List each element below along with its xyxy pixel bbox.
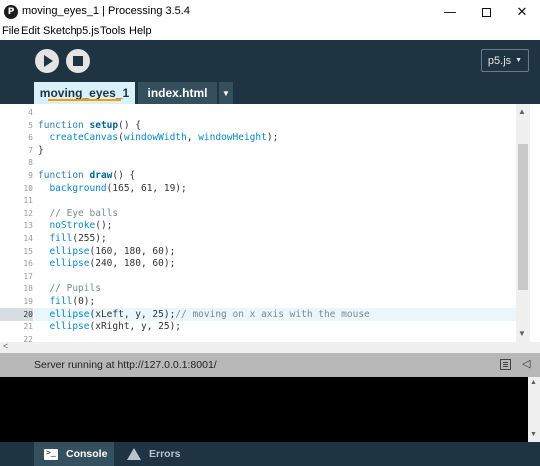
code-line[interactable] <box>34 194 516 207</box>
line-number: 17 <box>23 271 33 281</box>
line-number: 5 <box>28 120 33 130</box>
line-number: 19 <box>23 297 33 306</box>
code-editor[interactable]: 4 5 6 7 8 9 10 11 12 13 14 15 16 17 18 19 20 21 22 functio… <box>0 104 540 342</box>
line-number: 13 <box>23 221 33 231</box>
footer-bar: Console Errors <box>0 442 540 466</box>
code-line[interactable] <box>34 156 516 169</box>
status-message: Server running at http://127.0.0.1:8001/ <box>34 359 217 371</box>
code-line[interactable]: // Pupils <box>34 282 516 295</box>
code-line[interactable]: function draw() { <box>34 169 516 182</box>
status-bar: Server running at http://127.0.0.1:8001/… <box>0 353 540 377</box>
line-number: 15 <box>23 246 33 256</box>
code-line[interactable]: ellipse(240, 180, 60); <box>34 257 516 270</box>
menu-file[interactable]: File <box>2 25 20 37</box>
tab-moving-eyes[interactable]: moving_eyes_1 <box>34 82 135 104</box>
code-line[interactable]: ellipse(160, 180, 60); <box>34 245 516 258</box>
code-line[interactable]: // Eye balls <box>34 207 516 220</box>
code-line[interactable]: fill(255); <box>34 232 516 245</box>
code-line[interactable] <box>34 270 516 283</box>
stop-button[interactable] <box>66 49 90 73</box>
menu-bar: File Edit Sketch p5.js Tools Help <box>0 24 540 40</box>
menu-p5js[interactable]: p5.js <box>76 25 99 37</box>
collapse-console-icon[interactable]: ◁ <box>522 357 530 370</box>
code-line[interactable]: noStroke(); <box>34 219 516 232</box>
line-number: 11 <box>23 196 33 206</box>
console-output[interactable] <box>0 377 528 442</box>
code-line[interactable]: fill(0); <box>34 295 516 308</box>
run-button[interactable] <box>35 49 59 73</box>
scroll-down-icon[interactable]: ▼ <box>518 329 526 338</box>
code-line[interactable] <box>34 106 516 119</box>
code-line[interactable]: ellipse(xRight, y, 25); <box>34 320 516 333</box>
toolbar: p5.js ▼ <box>0 40 540 82</box>
line-number: 4 <box>28 108 33 117</box>
line-number: 12 <box>23 208 33 218</box>
line-number: 21 <box>23 322 33 332</box>
line-number: 8 <box>28 158 33 168</box>
menu-help[interactable]: Help <box>129 25 152 37</box>
processing-logo-icon <box>4 5 18 19</box>
minimize-button[interactable]: — <box>432 0 468 24</box>
close-button[interactable]: ✕ <box>504 0 540 24</box>
line-number: 6 <box>28 133 33 143</box>
code-line[interactable]: createCanvas(windowWidth, windowHeight); <box>34 131 516 144</box>
line-number: 10 <box>23 183 33 193</box>
editor-tabs: moving_eyes_1 index.html ▼ <box>0 82 540 104</box>
line-number: 20 <box>0 307 33 321</box>
chevron-down-icon: ▼ <box>515 57 523 64</box>
menu-edit[interactable]: Edit <box>21 25 40 37</box>
code-line[interactable]: ellipse(xLeft, y, 25);// moving on x axi… <box>34 307 516 321</box>
line-number: 16 <box>23 259 33 269</box>
title-bar: moving_eyes_1 | Processing 3.5.4 — ✕ <box>0 0 540 24</box>
errors-tab[interactable]: Errors <box>124 442 194 466</box>
code-line[interactable] <box>34 333 516 342</box>
warning-icon <box>127 448 141 460</box>
line-number: 7 <box>28 145 33 155</box>
console-tab[interactable]: Console <box>34 442 114 466</box>
line-number: 9 <box>28 171 33 180</box>
editor-horizontal-scrollbar[interactable]: < <box>0 341 540 353</box>
code-line[interactable]: function setup() { <box>34 119 516 132</box>
code-line[interactable]: background(165, 61, 19); <box>34 182 516 195</box>
processing-ide-window: moving_eyes_1 | Processing 3.5.4 — ✕ Fil… <box>0 0 540 466</box>
line-number-gutter: 4 5 6 7 8 9 10 11 12 13 14 15 16 17 18 19 20 21 22 <box>0 104 34 342</box>
tab-index-html[interactable]: index.html <box>138 82 217 104</box>
scroll-left-icon[interactable]: < <box>3 341 8 351</box>
tab-menu-button[interactable]: ▼ <box>219 82 233 104</box>
mode-label: p5.js <box>487 54 512 67</box>
menu-tools[interactable]: Tools <box>100 25 126 37</box>
line-number: 18 <box>23 284 33 294</box>
maximize-button[interactable] <box>468 0 504 24</box>
menu-sketch[interactable]: Sketch <box>43 25 77 37</box>
editor-vertical-scrollbar[interactable]: ▲ ▼ <box>516 104 530 342</box>
window-title: moving_eyes_1 | Processing 3.5.4 <box>22 5 190 17</box>
code-line[interactable]: } <box>34 144 516 157</box>
maximize-icon <box>481 7 491 17</box>
console-icon <box>44 448 58 460</box>
errors-tab-label: Errors <box>149 448 181 460</box>
document-icon[interactable] <box>500 359 511 370</box>
scroll-down-icon[interactable]: ▼ <box>530 431 537 438</box>
scrollbar-thumb[interactable] <box>518 144 528 290</box>
scroll-up-icon[interactable]: ▲ <box>530 379 537 386</box>
console-tab-label: Console <box>66 448 108 460</box>
console-scrollbar[interactable]: ▲ ▼ <box>528 377 540 442</box>
mode-selector[interactable]: p5.js ▼ <box>481 49 529 72</box>
code-area[interactable]: function setup() { createCanvas(windowWi… <box>34 104 516 342</box>
line-number: 14 <box>23 234 33 243</box>
scroll-up-icon[interactable]: ▲ <box>518 107 526 116</box>
